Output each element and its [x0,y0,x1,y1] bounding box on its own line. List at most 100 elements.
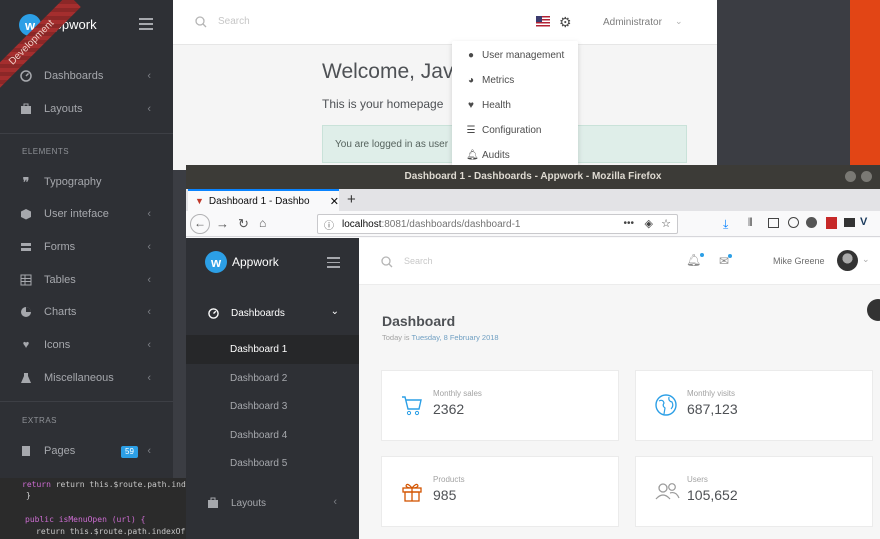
back-nav-user-interface[interactable]: User inteface ‹ [0,199,173,229]
ublock-icon[interactable] [826,217,837,229]
chevron-down-icon: ⌄ [330,306,339,317]
nav-dashboard-3[interactable]: Dashboard 3 [186,392,359,421]
back-arrow-icon[interactable]: ← [190,214,210,234]
window-control-icon[interactable] [861,171,872,182]
back-nav-label: Layouts [44,103,83,115]
tab-dashboard-1[interactable]: ▼ Dashboard 1 - Dashbo ✕ [188,189,339,211]
back-nav-typography[interactable]: ❞ Typography [0,167,173,197]
close-icon[interactable]: ✕ [330,195,339,208]
url-path: :8081/dashboards/dashboard-1 [381,218,521,230]
code-line: public isMenuOpen (url) { [25,515,146,524]
cube-icon [20,208,32,220]
menu-audits[interactable]: 🔔︎ Audits [466,150,510,161]
library-icon[interactable]: ⫴ [748,217,753,230]
chevron-down-icon: ⌄ [862,254,870,264]
new-tab-icon[interactable]: + [347,191,356,208]
quote-icon: ❞ [22,175,30,189]
forward-arrow-icon[interactable]: → [216,216,229,231]
back-nav-icons[interactable]: ♥ Icons ‹ [0,330,173,360]
card-label: Monthly sales [433,389,482,398]
extension-icon[interactable] [788,217,799,228]
users-icon [654,479,680,503]
more-actions-icon[interactable]: ••• [623,218,634,229]
navigation-toolbar: ← → ↻ ⌂ ⓘ localhost:8081/dashboards/dash… [186,211,880,237]
nav-label: Layouts [231,497,267,509]
notifications-icon[interactable]: 🔔︎ [686,253,705,267]
gear-icon[interactable]: ⚙ [559,14,572,31]
gift-icon [400,479,424,503]
flask-icon [20,372,32,384]
avatar[interactable] [837,250,858,271]
home-icon[interactable]: ⌂ [259,216,266,230]
bookmark-star-icon[interactable]: ☆ [661,217,671,230]
back-nav-pages[interactable]: Pages ‹ [0,436,173,466]
hamburger-icon[interactable] [139,18,153,30]
menu-health[interactable]: ♥ Health [466,100,511,111]
nav-dashboard-1[interactable]: Dashboard 1 [186,335,359,364]
menu-user-management[interactable]: ● User management [466,50,564,61]
messages-icon[interactable]: ✉ [719,254,733,268]
alert-text: You are logged in as user [335,139,449,150]
account-icon[interactable] [806,217,817,228]
menu-configuration[interactable]: ☰ Configuration [466,125,542,136]
tab-strip: ▼ Dashboard 1 - Dashbo ✕ + [186,189,880,211]
back-nav-forms[interactable]: Forms ‹ [0,232,173,262]
heart-icon: ♥ [468,100,474,111]
back-nav-charts[interactable]: Charts ‹ [0,297,173,327]
forms-icon [20,241,32,253]
window-title: Dashboard 1 - Dashboards - Appwork - Moz… [186,165,880,189]
url-host: localhost [342,218,382,230]
app-search-input[interactable]: Search [404,256,433,266]
download-icon[interactable]: ⤓ [723,217,728,232]
nav-layouts[interactable]: Layouts ‹ [186,488,359,518]
nav-dashboard-2[interactable]: Dashboard 2 [186,364,359,393]
chevron-left-icon: ‹ [147,339,151,351]
back-user-name[interactable]: Administrator [603,17,662,28]
card-label: Monthly visits [687,389,736,398]
sidebar-icon[interactable] [768,218,779,228]
nav-dashboards[interactable]: Dashboards ⌄ [186,298,359,328]
back-nav-label: Charts [44,306,77,318]
back-nav-label: Dashboards [44,70,104,82]
pocket-icon[interactable]: ◈ [645,217,653,230]
hamburger-icon[interactable] [327,257,340,268]
tachometer-icon: ◕ [467,75,475,86]
us-flag-icon[interactable] [536,16,550,27]
speedometer-icon [20,70,32,82]
vue-devtools-icon[interactable]: V [860,216,867,228]
back-sidebar: w Appwork Development Dashboards ‹ Layou… [0,0,173,478]
speedometer-icon [208,307,219,319]
card-users: Users 105,652 [635,456,873,527]
divider [0,401,173,402]
app-brand-name: Appwork [232,255,279,269]
card-label: Users [687,475,708,484]
back-nav-dashboards[interactable]: Dashboards ‹ [0,61,173,91]
back-nav-tables[interactable]: Tables ‹ [0,265,173,295]
window-control-icon[interactable] [845,171,856,182]
table-icon [20,274,32,286]
pages-badge: 59 [121,446,138,458]
chevron-left-icon: ‹ [147,372,151,384]
back-nav-label: Icons [44,339,71,351]
addon-icon[interactable] [844,218,855,227]
back-nav-label: Pages [44,445,76,457]
layers-icon [207,497,219,509]
settings-fab-icon[interactable] [867,299,880,321]
back-nav-miscellaneous[interactable]: Miscellaneous ‹ [0,363,173,393]
back-search-input[interactable]: Search [218,16,250,27]
date-line: Today is Tuesday, 8 February 2018 [382,333,499,342]
menu-metrics[interactable]: ◕ Metrics [466,75,514,86]
file-icon [20,445,32,457]
card-value: 687,123 [687,401,738,417]
nav-dashboard-5[interactable]: Dashboard 5 [186,449,359,478]
pie-chart-icon [20,306,32,318]
back-nav-layouts[interactable]: Layouts ‹ [0,94,173,124]
reload-icon[interactable]: ↻ [238,216,249,232]
nav-dashboard-4[interactable]: Dashboard 4 [186,421,359,450]
menu-label: Configuration [482,125,542,136]
card-label: Products [433,475,465,484]
card-value: 2362 [433,401,465,417]
url-bar[interactable]: ⓘ localhost:8081/dashboards/dashboard-1 … [317,214,678,234]
chevron-down-icon: ⌄ [675,16,683,26]
app-user-name[interactable]: Mike Greene [773,256,825,266]
